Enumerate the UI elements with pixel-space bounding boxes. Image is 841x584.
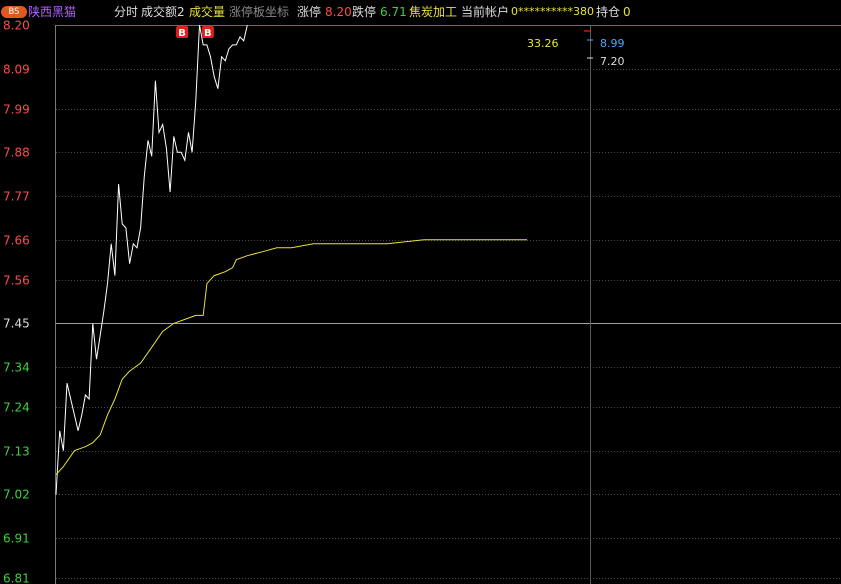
buy-marker-label: B [204,28,212,39]
y-tick-label: 7.88 [3,146,30,160]
average-line [55,239,527,475]
buy-marker-label: B [178,28,186,39]
y-tick-label: 7.45 [3,317,30,331]
y-tick-label: 8.09 [3,63,30,77]
y-tick-label: 7.77 [3,190,30,204]
y-tick-label: 7.02 [3,488,30,502]
price-low-readout: 7.20 [600,55,625,68]
volume-readout: 33.26 [527,37,559,50]
y-tick-label: 7.56 [3,274,30,288]
y-tick-label: 6.91 [3,532,30,546]
y-tick-label: 7.24 [3,401,30,415]
y-tick-label: 7.34 [3,361,30,375]
y-tick-label: 7.66 [3,234,30,248]
y-tick-label: 8.20 [3,19,30,33]
y-tick-label: 7.13 [3,445,30,459]
y-tick-label: 6.81 [3,572,30,584]
y-tick-label: 7.99 [3,103,30,117]
timeshare-chart[interactable]: 8.20 8.09 7.99 7.88 7.77 7.66 7.56 7.45 7.34 7.24… [0,0,841,584]
price-line [55,24,248,495]
price-high-readout: 8.99 [600,37,625,50]
